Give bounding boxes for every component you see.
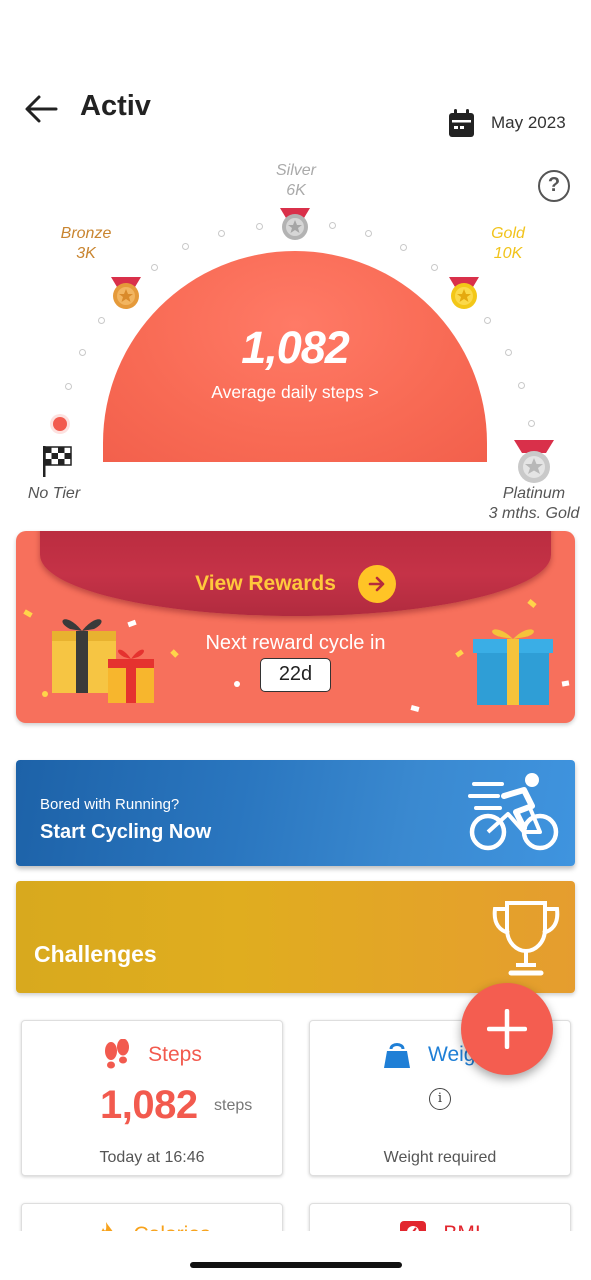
- confetti-decoration: [410, 705, 420, 712]
- arc-dot: [518, 382, 525, 389]
- start-cycling-banner[interactable]: Bored with Running? Start Cycling Now: [16, 760, 575, 866]
- confetti-decoration: [23, 609, 33, 618]
- tier-label-none: No Tier: [27, 485, 81, 502]
- arc-dot: [484, 317, 491, 324]
- tier-label-silver: Silver 6K: [275, 162, 316, 199]
- arc-dot: [182, 243, 189, 250]
- info-icon[interactable]: i: [429, 1088, 451, 1110]
- view-rewards-label: View Rewards: [195, 572, 336, 595]
- arc-dot: [431, 264, 438, 271]
- arc-dot: [528, 420, 535, 427]
- steps-value: 1,082: [100, 1083, 198, 1127]
- cyclist-icon: [468, 773, 559, 851]
- gold-medal-icon: [449, 277, 479, 309]
- calendar-icon: [449, 108, 474, 137]
- weight-scale-icon: [384, 1043, 410, 1068]
- average-steps-link[interactable]: Average daily steps >: [103, 382, 487, 403]
- arc-dot: [365, 230, 372, 237]
- arc-dot: [329, 222, 336, 229]
- arc-dot: [400, 244, 407, 251]
- steps-card-label: Steps: [148, 1043, 202, 1066]
- add-button[interactable]: [461, 983, 553, 1075]
- current-position-dot: [53, 417, 67, 431]
- steps-updated-time: Today at 16:46: [99, 1149, 205, 1166]
- bronze-medal-icon: [111, 277, 141, 309]
- confetti-decoration: [561, 680, 570, 687]
- challenges-banner[interactable]: Challenges: [16, 881, 575, 993]
- arc-dot: [151, 264, 158, 271]
- weight-status: Weight required: [383, 1149, 497, 1166]
- tier-label-platinum: Platinum 3 mths. Gold: [488, 485, 580, 522]
- tier-label-gold: Gold 10K: [491, 225, 525, 262]
- reward-cycle-countdown: 22d: [260, 658, 331, 692]
- gift-box-icon: [52, 619, 154, 703]
- arc-dot: [256, 223, 263, 230]
- arc-dot: [79, 349, 86, 356]
- back-button[interactable]: [22, 92, 60, 126]
- confetti-decoration: [234, 681, 240, 687]
- trophy-icon: [492, 901, 560, 976]
- platinum-medal-icon: [514, 440, 554, 483]
- cycling-subtitle: Bored with Running?: [40, 796, 180, 813]
- gift-box-icon: [473, 629, 553, 705]
- tier-gauge: 1,082 Average daily steps > No Tier Bron…: [0, 150, 591, 530]
- tier-label-bronze: Bronze 3K: [60, 225, 112, 262]
- arc-dot: [65, 383, 72, 390]
- month-label: May 2023: [491, 113, 566, 132]
- average-steps-value: 1,082: [241, 322, 350, 373]
- plus-icon: [487, 1009, 527, 1049]
- arc-dot: [98, 317, 105, 324]
- page-title: Activ: [80, 90, 151, 122]
- footsteps-icon: [105, 1039, 130, 1069]
- steps-card[interactable]: Steps 1,082 steps Today at 16:46: [21, 1020, 283, 1176]
- silver-medal-icon: [280, 208, 310, 240]
- challenges-title: Challenges: [34, 941, 157, 967]
- steps-unit: steps: [214, 1097, 253, 1114]
- view-rewards-button[interactable]: View Rewards: [16, 564, 575, 604]
- activ-screen: Activ May 2023 ? 1,082 Average daily ste…: [0, 0, 591, 1280]
- arrow-left-icon: [25, 95, 58, 123]
- cycling-title: Start Cycling Now: [40, 821, 212, 843]
- arrow-right-icon: [357, 565, 396, 603]
- arc-dot: [218, 230, 225, 237]
- steps-card-header: Steps: [22, 1039, 282, 1071]
- bottom-bar: [0, 1231, 591, 1280]
- month-picker[interactable]: May 2023: [448, 108, 566, 138]
- home-indicator[interactable]: [190, 1262, 402, 1268]
- arc-dot: [505, 349, 512, 356]
- rewards-card: View Rewards Next reward cycle in 22d: [16, 531, 575, 723]
- checkered-flag-icon: [43, 446, 72, 477]
